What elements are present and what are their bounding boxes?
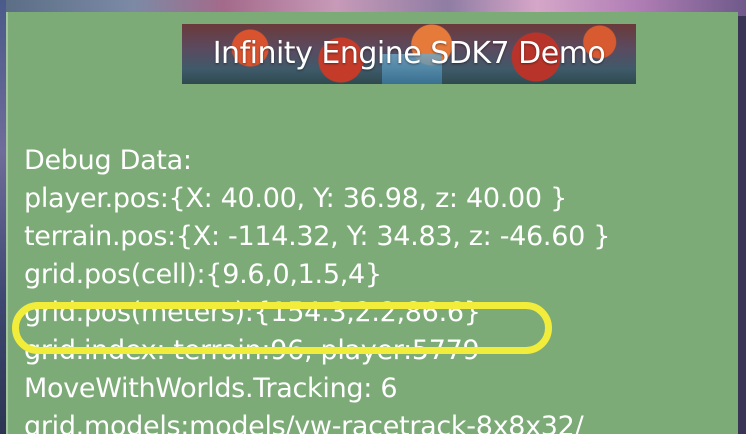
game-viewport: Infinity Engine SDK7 Demo Debug Data: pl… (0, 0, 746, 434)
title-banner: Infinity Engine SDK7 Demo (182, 24, 636, 84)
debug-player-pos: player.pos:{X: 40.00, Y: 36.98, z: 40.00… (24, 183, 567, 214)
debug-panel: Infinity Engine SDK7 Demo Debug Data: pl… (6, 12, 738, 434)
debug-text-block: Debug Data: player.pos:{X: 40.00, Y: 36.… (24, 142, 744, 434)
debug-tracking: MoveWithWorlds.Tracking: 6 (24, 373, 398, 404)
debug-grid-pos-cell: grid.pos(cell):{9.6,0,1.5,4} (24, 259, 382, 290)
debug-terrain-pos: terrain.pos:{X: -114.32, Y: 34.83, z: -4… (24, 221, 611, 252)
debug-grid-index: grid.index: terrain:96, player:5779 (24, 335, 480, 366)
debug-grid-pos-meters: grid.pos(meters):{154.3,2.2,86.6} (24, 297, 481, 328)
debug-grid-models: grid.models:models/vw-racetrack-8x8x32/ (24, 411, 584, 434)
debug-heading: Debug Data: (24, 145, 192, 176)
banner-title: Infinity Engine SDK7 Demo (212, 36, 606, 71)
